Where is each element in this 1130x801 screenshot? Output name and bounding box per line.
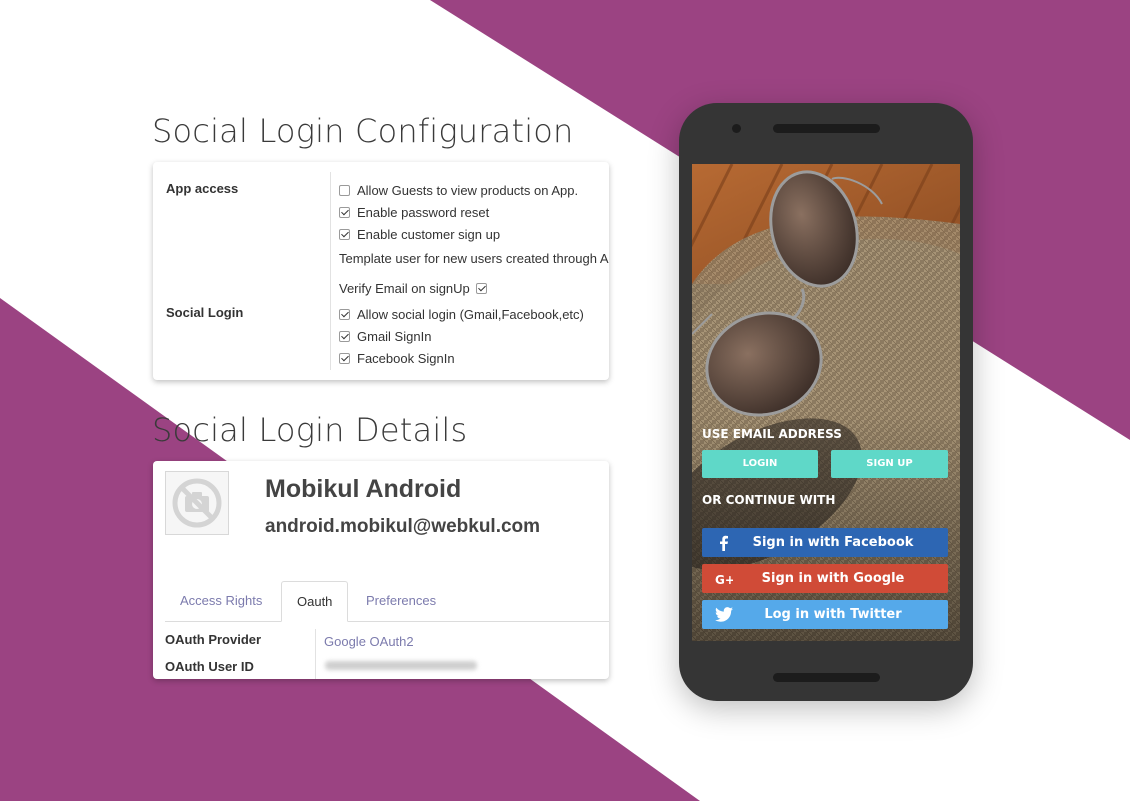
google-button-label: Sign in with Google (761, 571, 905, 586)
tab-access-rights[interactable]: Access Rights (165, 581, 277, 621)
option-gmail-signin[interactable]: Gmail SignIn (339, 329, 431, 344)
verify-email-label: Verify Email on signUp (339, 281, 470, 296)
config-section-title: Social Login Configuration (152, 112, 574, 150)
config-divider (330, 172, 331, 370)
customer-signup-checkbox[interactable] (339, 229, 350, 240)
twitter-button-label: Log in with Twitter (764, 607, 902, 622)
option-allow-social-login[interactable]: Allow social login (Gmail,Facebook,etc) (339, 307, 584, 322)
allow-social-login-label: Allow social login (Gmail,Facebook,etc) (357, 307, 584, 322)
password-reset-label: Enable password reset (357, 205, 490, 220)
gmail-signin-checkbox[interactable] (339, 331, 350, 342)
details-section-title: Social Login Details (152, 411, 468, 449)
user-name: Mobikul Android (265, 475, 462, 503)
password-reset-checkbox[interactable] (339, 207, 350, 218)
no-photo-icon (172, 478, 222, 528)
phone-speaker (773, 124, 880, 133)
verify-email-checkbox[interactable] (475, 283, 487, 294)
facebook-button-label: Sign in with Facebook (752, 535, 914, 550)
phone-mockup: USE EMAIL ADDRESS LOGIN SIGN UP OR CONTI… (679, 103, 973, 701)
config-panel: App access Social Login Allow Guests to … (153, 162, 609, 380)
gmail-signin-label: Gmail SignIn (357, 329, 432, 344)
user-email: android.mobikul@webkul.com (265, 516, 541, 537)
phone-camera (732, 124, 741, 133)
tab-oauth[interactable]: Oauth (281, 581, 349, 622)
continue-label: OR CONTINUE WITH (702, 493, 836, 507)
option-verify-email[interactable]: Verify Email on signUp (339, 281, 487, 296)
option-password-reset[interactable]: Enable password reset (339, 205, 489, 220)
option-facebook-signin[interactable]: Facebook SignIn (339, 351, 455, 366)
allow-guests-checkbox[interactable] (339, 185, 350, 196)
option-template-user: Template user for new users created thro… (339, 251, 609, 266)
oauth-user-id-label: OAuth User ID (165, 659, 254, 674)
template-user-label: Template user for new users created thro… (339, 251, 609, 266)
allow-social-login-checkbox[interactable] (339, 309, 350, 320)
google-signin-button[interactable]: G+ Sign in with Google (702, 564, 948, 593)
option-allow-guests[interactable]: Allow Guests to view products on App. (339, 183, 578, 198)
oauth-provider-link[interactable]: Google OAuth2 (324, 634, 414, 649)
avatar[interactable] (165, 471, 229, 535)
social-login-label: Social Login (166, 305, 244, 320)
use-email-label: USE EMAIL ADDRESS (702, 427, 842, 441)
login-button[interactable]: LOGIN (702, 450, 818, 478)
twitter-login-button[interactable]: Log in with Twitter (702, 600, 948, 629)
option-customer-signup[interactable]: Enable customer sign up (339, 227, 500, 242)
tab-preferences[interactable]: Preferences (351, 581, 451, 621)
signup-button[interactable]: SIGN UP (831, 450, 948, 478)
app-access-label: App access (166, 181, 239, 196)
facebook-signin-button[interactable]: Sign in with Facebook (702, 528, 948, 557)
allow-guests-label: Allow Guests to view products on App. (357, 183, 579, 198)
facebook-signin-label: Facebook SignIn (357, 351, 455, 366)
phone-screen: USE EMAIL ADDRESS LOGIN SIGN UP OR CONTI… (692, 164, 960, 641)
oauth-provider-label: OAuth Provider (165, 632, 262, 647)
details-tabs: Access Rights Oauth Preferences (165, 581, 609, 622)
phone-bottom-speaker (773, 673, 880, 682)
details-panel: Mobikul Android android.mobikul@webkul.c… (153, 461, 609, 679)
customer-signup-label: Enable customer sign up (357, 227, 501, 242)
oauth-user-id-value (325, 661, 477, 670)
facebook-signin-checkbox[interactable] (339, 353, 350, 364)
oauth-divider (315, 629, 316, 679)
